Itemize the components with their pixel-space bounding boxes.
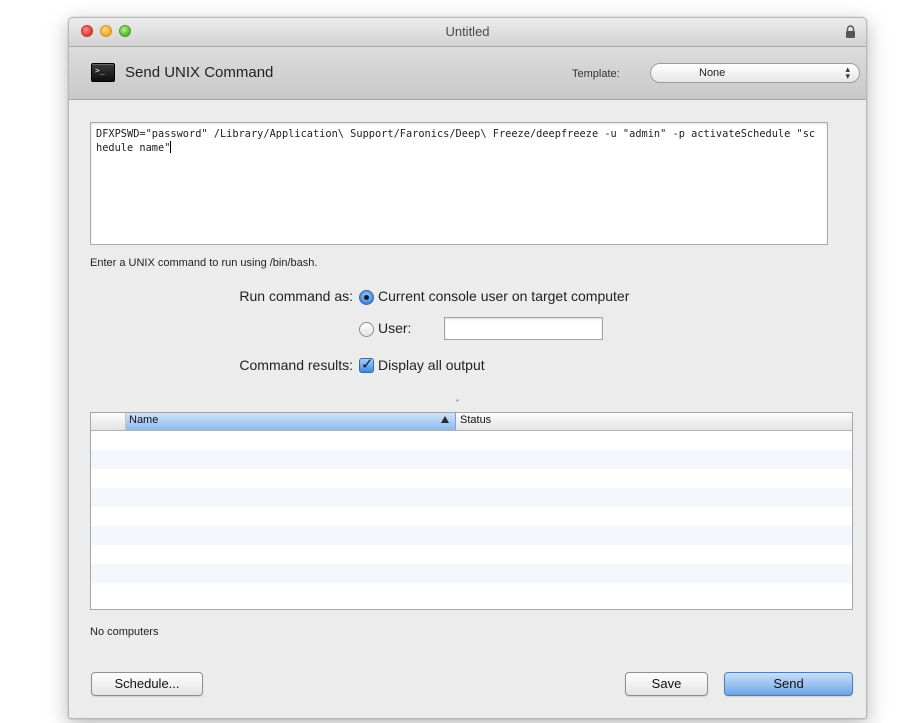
dialog-title: Send UNIX Command <box>125 64 274 81</box>
send-button[interactable]: Send <box>724 672 853 696</box>
split-handle[interactable]: • <box>456 396 459 405</box>
column-header-status[interactable]: Status <box>460 414 491 426</box>
titlebar: Untitled <box>69 18 866 47</box>
command-textarea[interactable]: DFXPSWD="password" /Library/Application\… <box>90 122 828 245</box>
sort-ascending-icon <box>441 416 449 423</box>
run-as-label: Run command as: <box>239 288 353 304</box>
template-select-value: None <box>699 67 726 79</box>
command-hint: Enter a UNIX command to run using /bin/b… <box>90 257 318 269</box>
radio-console-user[interactable] <box>359 290 374 305</box>
schedule-button[interactable]: Schedule... <box>91 672 203 696</box>
table-row <box>91 450 852 469</box>
command-results-label: Command results: <box>239 357 353 373</box>
text-caret <box>170 141 172 153</box>
select-arrows-icon: ▴ ▾ <box>845 64 850 81</box>
window-title: Untitled <box>445 24 490 39</box>
template-label: Template: <box>572 68 620 80</box>
display-output-label[interactable]: Display all output <box>378 357 485 373</box>
dialog-header: >_ Send UNIX Command Template: None ▴ ▾ <box>69 47 866 100</box>
send-unix-command-window: Untitled >_ Send UNIX Command Template: … <box>68 17 867 719</box>
column-header-icon[interactable] <box>91 413 126 430</box>
radio-user[interactable] <box>359 322 374 337</box>
display-output-checkbox[interactable]: ✓ <box>359 356 374 373</box>
table-row <box>91 564 852 583</box>
column-header-name[interactable]: Name <box>126 413 456 430</box>
terminal-icon: >_ <box>91 63 115 82</box>
column-header-name-label: Name <box>129 414 159 426</box>
table-header: Name Status <box>91 413 852 431</box>
table-row <box>91 526 852 545</box>
command-text: DFXPSWD="password" /Library/Application\… <box>96 128 816 154</box>
radio-user-label[interactable]: User: <box>378 320 411 336</box>
template-select[interactable]: None ▴ ▾ <box>650 63 860 83</box>
computers-status: No computers <box>90 626 159 638</box>
lock-icon[interactable] <box>845 25 856 38</box>
user-input[interactable] <box>444 317 603 340</box>
checkmark-icon: ✓ <box>361 356 374 373</box>
radio-selected-dot <box>364 295 369 300</box>
table-row <box>91 488 852 507</box>
save-button[interactable]: Save <box>625 672 708 696</box>
radio-console-user-label[interactable]: Current console user on target computer <box>378 288 629 304</box>
computers-table[interactable]: Name Status <box>90 412 853 610</box>
